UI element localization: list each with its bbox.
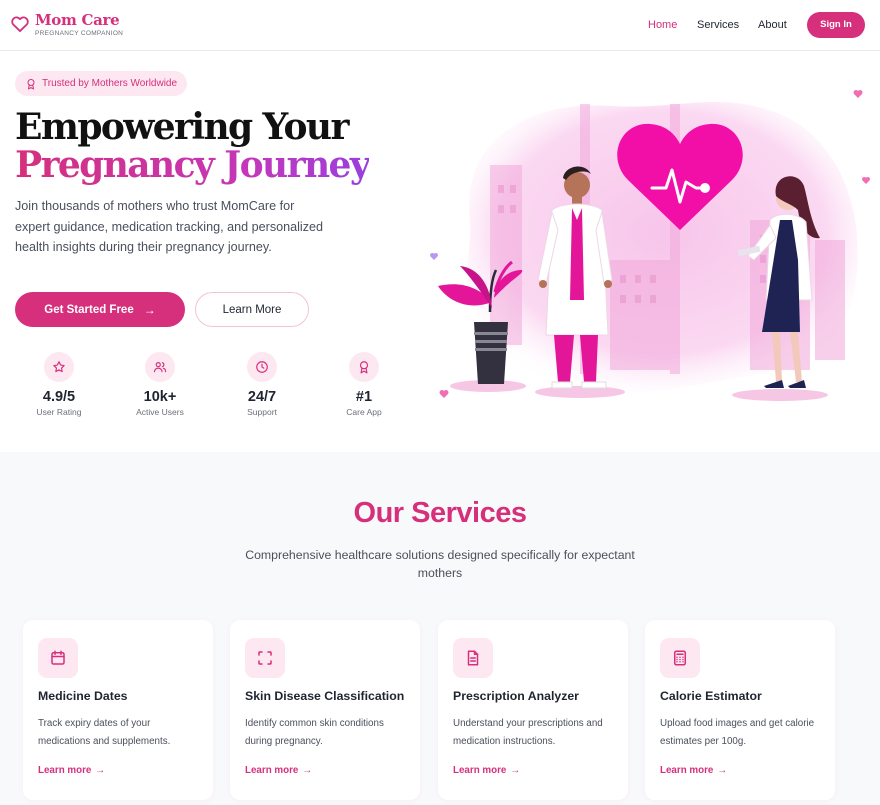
nav-link-services[interactable]: Services xyxy=(697,19,739,31)
services-subtitle: Comprehensive healthcare solutions desig… xyxy=(245,548,635,580)
service-card-title: Calorie Estimator xyxy=(660,689,762,703)
nav-link-home[interactable]: Home xyxy=(648,19,677,31)
service-card-description: Upload food images and get calorie estim… xyxy=(660,718,815,747)
trust-badge-label: Trusted by Mothers Worldwide xyxy=(42,78,178,89)
service-card-title: Prescription Analyzer xyxy=(453,689,579,703)
trust-badge: Trusted by Mothers Worldwide xyxy=(15,71,188,96)
arrow-right-icon: → xyxy=(95,765,106,776)
star-icon xyxy=(44,352,74,382)
stat-user-rating: 4.9/5 User Rating xyxy=(14,352,104,417)
users-icon xyxy=(145,352,175,382)
service-card-description: Understand your prescriptions and medica… xyxy=(453,718,603,747)
hero-description: Join thousands of mothers who trust MomC… xyxy=(15,199,324,254)
arrow-right-icon: → xyxy=(717,765,728,776)
top-navbar: Mom Care PREGNANCY COMPANION Home Servic… xyxy=(0,0,880,51)
brand-logo[interactable]: Mom Care PREGNANCY COMPANION xyxy=(10,11,123,37)
service-card-title: Skin Disease Classification xyxy=(245,689,405,703)
sign-in-button[interactable]: Sign In xyxy=(807,12,865,38)
service-card-description: Identify common skin conditions during p… xyxy=(245,718,384,747)
stat-value: 4.9/5 xyxy=(42,389,76,405)
learn-more-link[interactable]: Learn more → xyxy=(38,765,105,776)
hero-title-line2: Pregnancy Journey xyxy=(15,144,371,186)
learn-more-label: Learn more xyxy=(660,765,714,776)
stat-value: 24/7 xyxy=(247,389,277,405)
doctors-illustration xyxy=(430,90,870,401)
service-card-skin-disease[interactable]: Skin Disease Classification Identify com… xyxy=(230,620,420,800)
calculator-icon xyxy=(660,638,700,678)
learn-more-button[interactable]: Learn More xyxy=(195,292,309,327)
services-title: Our Services xyxy=(353,497,527,529)
learn-more-link[interactable]: Learn more → xyxy=(660,765,727,776)
stat-care-app: #1 Care App xyxy=(319,352,409,417)
learn-more-link[interactable]: Learn more → xyxy=(453,765,520,776)
learn-more-label: Learn more xyxy=(453,765,507,776)
learn-more-label: Learn more xyxy=(38,765,92,776)
get-started-label: Get Started Free xyxy=(44,303,134,316)
brand-name: Mom Care xyxy=(35,11,120,29)
service-card-description: Track expiry dates of your medications a… xyxy=(38,718,171,747)
award-icon xyxy=(349,352,379,382)
hero-title-line1: Empowering Your xyxy=(15,106,349,148)
scan-icon xyxy=(245,638,285,678)
service-card-title: Medicine Dates xyxy=(38,689,128,703)
learn-more-label: Learn more xyxy=(245,765,299,776)
learn-more-link[interactable]: Learn more → xyxy=(245,765,312,776)
get-started-button[interactable]: Get Started Free → xyxy=(15,292,185,327)
nav-link-about[interactable]: About xyxy=(758,19,787,31)
stat-label: Active Users xyxy=(136,407,184,417)
stat-active-users: 10k+ Active Users xyxy=(115,352,205,417)
stat-value: 10k+ xyxy=(143,389,177,405)
calendar-icon xyxy=(38,638,78,678)
brand-tagline: PREGNANCY COMPANION xyxy=(35,30,124,37)
award-icon xyxy=(27,78,35,89)
service-card-medicine-dates[interactable]: Medicine Dates Track expiry dates of you… xyxy=(23,620,213,800)
service-card-prescription-analyzer[interactable]: Prescription Analyzer Understand your pr… xyxy=(438,620,628,800)
stat-support: 24/7 Support xyxy=(217,352,307,417)
arrow-right-icon: → xyxy=(302,765,313,776)
arrow-right-icon: → xyxy=(510,765,521,776)
stat-value: #1 xyxy=(355,389,373,405)
clock-icon xyxy=(247,352,277,382)
stat-label: Support xyxy=(247,407,277,417)
arrow-right-icon: → xyxy=(143,302,156,317)
document-icon xyxy=(453,638,493,678)
heart-logo-icon xyxy=(11,16,29,32)
service-card-calorie-estimator[interactable]: Calorie Estimator Upload food images and… xyxy=(645,620,835,800)
stat-label: Care App xyxy=(346,407,382,417)
stat-label: User Rating xyxy=(36,407,82,417)
